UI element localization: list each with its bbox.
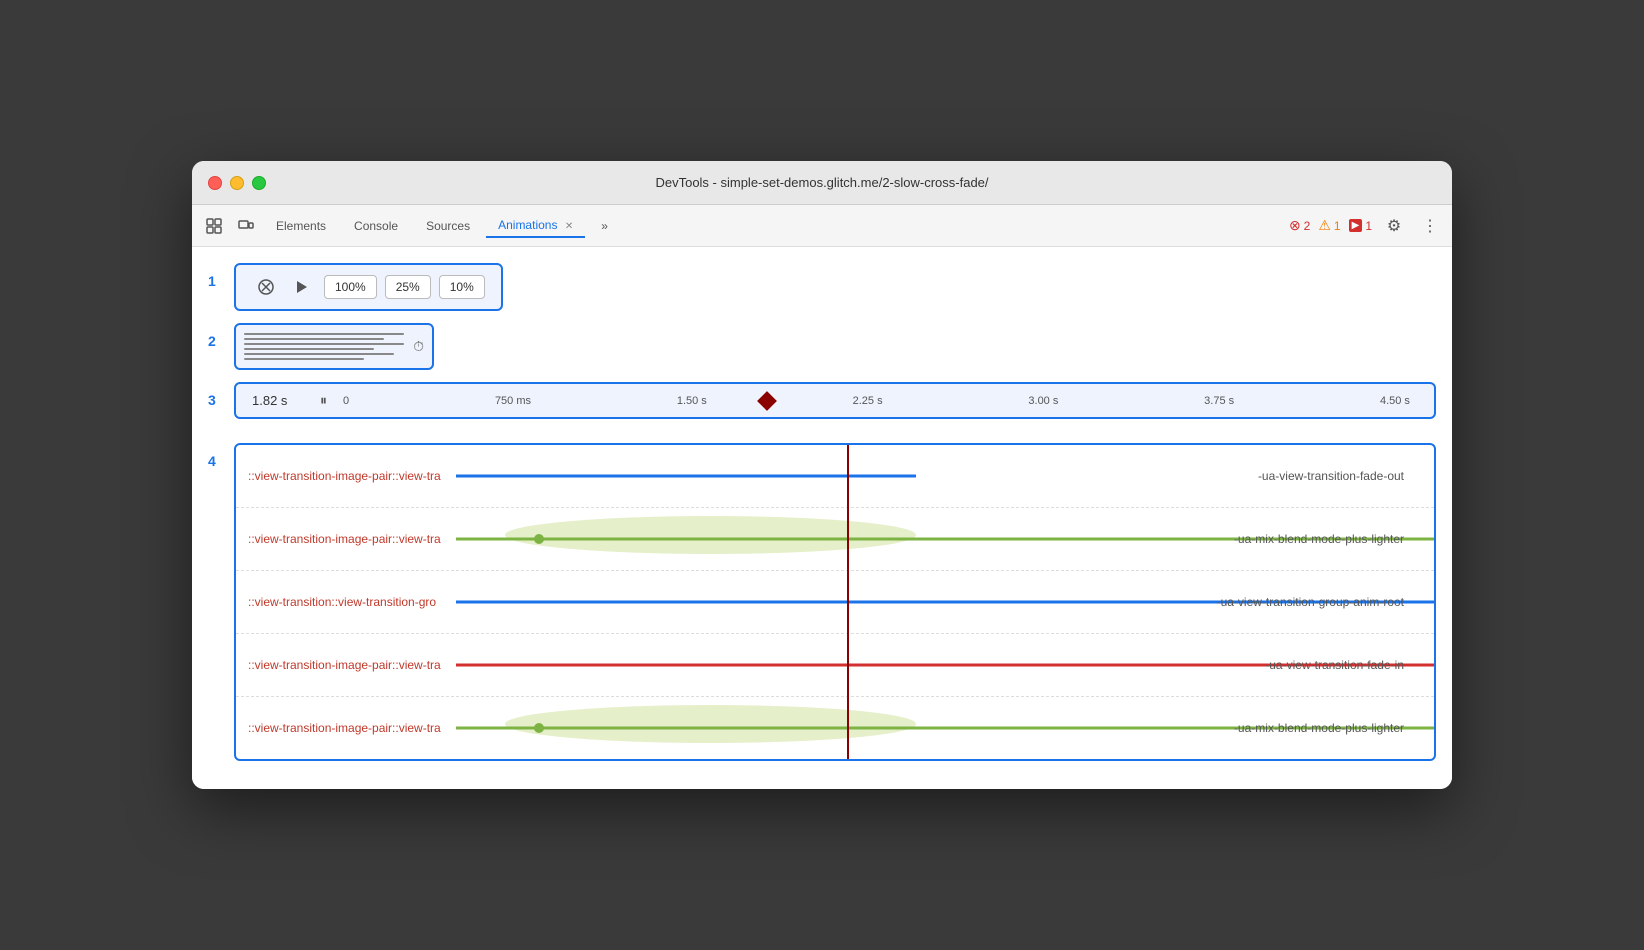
ruler-mark-0: 0 [343,395,349,407]
info-badge[interactable]: ▶ 1 [1349,219,1372,233]
speed-10-button[interactable]: 10% [439,275,485,299]
warning-icon: ⚠ [1318,217,1331,234]
timeline-scrubber[interactable] [757,391,777,411]
tab-elements[interactable]: Elements [264,215,338,237]
animation-label-4: -ua-view-transition-fade-in [1265,658,1404,672]
animation-track-4: -ua-view-transition-fade-in [456,634,1434,696]
devtools-body: 1 100% 25% 10% [192,247,1452,789]
animation-name-3: ::view-transition::view-transition-gro [236,587,456,617]
device-toolbar-icon[interactable] [232,212,260,240]
table-row: ::view-transition-image-pair::view-tra -… [236,697,1434,759]
table-row: ::view-transition-image-pair::view-tra -… [236,508,1434,571]
devtools-window: DevTools - simple-set-demos.glitch.me/2-… [192,161,1452,789]
ruler-mark-225: 2.25 s [853,395,883,407]
warning-badge[interactable]: ⚠ 1 [1318,217,1340,234]
ruler-mark-300: 3.00 s [1028,395,1058,407]
section-3-label: 3 [208,392,226,408]
anim-line-6 [244,358,364,360]
scrubber-line [847,445,849,759]
timeline-header: 1.82 s ⏸ 0 750 ms 1.50 s 2.25 s 3.00 s 3… [234,382,1436,419]
timeline-ruler: 0 750 ms 1.50 s 2.25 s 3.00 s 3.75 s 4.5… [335,395,1418,407]
section-1-row: 1 100% 25% 10% [208,263,1436,311]
toolbar-right: ⊗ 2 ⚠ 1 ▶ 1 ⚙ ⋮ [1289,212,1444,240]
title-bar: DevTools - simple-set-demos.glitch.me/2-… [192,161,1452,205]
error-icon: ⊗ [1289,217,1301,234]
close-button[interactable] [208,176,222,190]
info-icon: ▶ [1349,219,1363,232]
section-3-row: 3 1.82 s ⏸ 0 750 ms 1.50 s 2.25 s 3.00 s… [208,382,1436,431]
anim-line-3 [244,343,404,345]
anim-line-5 [244,353,394,355]
table-row: ::view-transition-image-pair::view-tra -… [236,634,1434,697]
tab-sources[interactable]: Sources [414,215,482,237]
animation-dot-2 [534,534,544,544]
error-badge[interactable]: ⊗ 2 [1289,217,1310,234]
animation-track-2: -ua-mix-blend-mode-plus-lighter [456,508,1434,570]
speed-100-button[interactable]: 100% [324,275,377,299]
table-row: ::view-transition-image-pair::view-tra -… [236,445,1434,508]
section-4-label: 4 [208,453,226,469]
table-row: ::view-transition::view-transition-gro -… [236,571,1434,634]
settings-icon[interactable]: ⚙ [1380,212,1408,240]
maximize-button[interactable] [252,176,266,190]
tab-animations[interactable]: Animations ✕ [486,214,585,238]
anim-line-1 [244,333,404,335]
animation-label-1: -ua-view-transition-fade-out [1258,469,1404,483]
ruler-mark-750: 750 ms [495,395,531,407]
animation-name-2: ::view-transition-image-pair::view-tra [236,524,456,554]
inspect-icon[interactable] [200,212,228,240]
tab-bar: Elements Console Sources Animations ✕ » … [192,205,1452,247]
controls-bar: 100% 25% 10% [234,263,503,311]
section-2-row: 2 ⏱ [208,323,1436,370]
section-4-row: 4 ::view-transition-image-pair::view-tra… [208,443,1436,761]
anim-line-4 [244,348,374,350]
animation-name-1: ::view-transition-image-pair::view-tra [236,461,456,491]
animation-label-3: -ua-view-transition-group-anim-root [1217,595,1404,609]
anim-line-2 [244,338,384,340]
animation-name-4: ::view-transition-image-pair::view-tra [236,650,456,680]
animation-blob-5 [505,705,916,743]
pause-icon[interactable]: ⏸ [320,392,327,409]
section-2-label: 2 [208,333,226,349]
more-options-icon[interactable]: ⋮ [1416,212,1444,240]
animation-blob-2 [505,516,916,554]
animation-lines [244,333,404,360]
current-time: 1.82 s [252,393,312,408]
animation-dot-5 [534,723,544,733]
animation-label-5: -ua-mix-blend-mode-plus-lighter [1234,721,1404,735]
speed-25-button[interactable]: 25% [385,275,431,299]
animation-name-5: ::view-transition-image-pair::view-tra [236,713,456,743]
animation-label-2: -ua-mix-blend-mode-plus-lighter [1234,532,1404,546]
animation-group[interactable]: ⏱ [234,323,434,370]
traffic-lights [208,176,266,190]
more-tabs-button[interactable]: » [589,215,620,237]
ruler-mark-150: 1.50 s [677,395,707,407]
clear-button[interactable] [252,273,280,301]
animation-track-3: -ua-view-transition-group-anim-root [456,571,1434,633]
ruler-mark-375: 3.75 s [1204,395,1234,407]
tab-console[interactable]: Console [342,215,410,237]
animation-track-5: -ua-mix-blend-mode-plus-lighter [456,697,1434,759]
clock-icon: ⏱ [413,338,424,355]
animations-panel: ::view-transition-image-pair::view-tra -… [234,443,1436,761]
play-button[interactable] [288,273,316,301]
minimize-button[interactable] [230,176,244,190]
window-title: DevTools - simple-set-demos.glitch.me/2-… [655,175,988,190]
ruler-mark-450: 4.50 s [1380,395,1410,407]
tab-close-icon[interactable]: ✕ [565,221,573,232]
animation-track-1: -ua-view-transition-fade-out [456,445,1434,507]
section-1-label: 1 [208,273,226,289]
